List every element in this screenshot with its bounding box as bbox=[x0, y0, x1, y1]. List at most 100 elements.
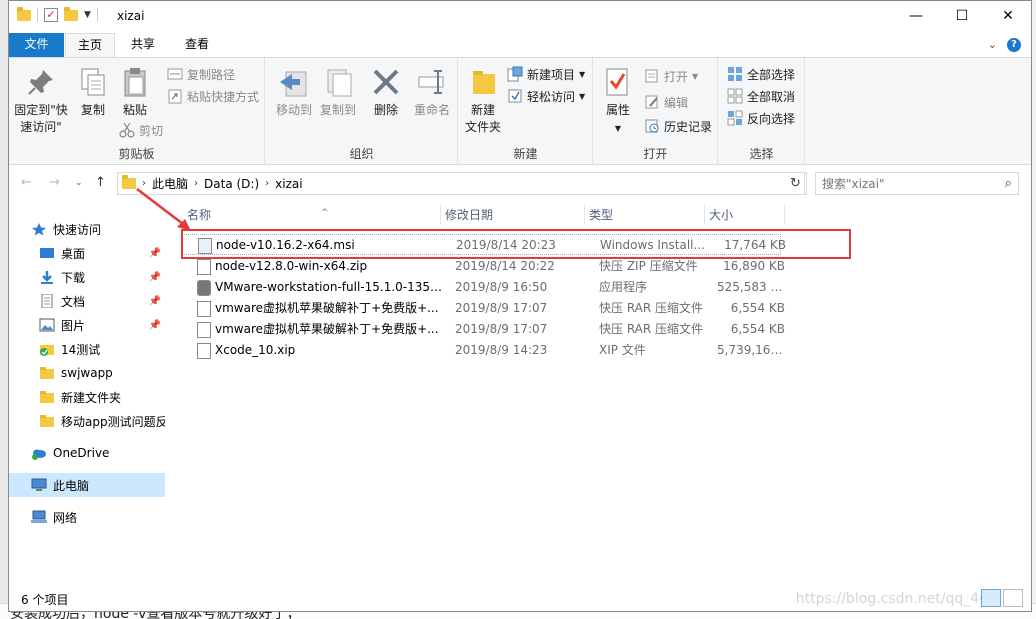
expand-ribbon-icon[interactable]: ⌄ bbox=[988, 38, 997, 52]
pin-icon[interactable]: 📌 bbox=[149, 272, 161, 283]
file-type: 快压 ZIP 压缩文件 bbox=[599, 259, 698, 273]
customize-toolbar-icon[interactable]: ▼ bbox=[84, 10, 91, 20]
minimize-button[interactable]: — bbox=[893, 1, 939, 33]
cut-button[interactable]: 剪切 bbox=[119, 120, 163, 140]
copy-to-button[interactable]: 复制到 bbox=[318, 66, 358, 119]
file-row[interactable]: vmware虚拟机苹果破解补丁+免费版+... 2019/8/9 17:07 快… bbox=[181, 298, 785, 319]
file-row[interactable]: VMware-workstation-full-15.1.0-1359... 2… bbox=[181, 277, 785, 298]
rename-icon bbox=[416, 66, 448, 98]
search-icon[interactable]: ⌕ bbox=[1005, 176, 1012, 191]
properties-button[interactable]: 属性 ▼ bbox=[598, 66, 638, 137]
nav-item-label: 14测试 bbox=[61, 342, 101, 357]
column-header-type[interactable]: 类型 bbox=[585, 205, 705, 225]
pin-quick-access-button[interactable]: 固定到"快速访问" bbox=[13, 66, 69, 136]
breadcrumb-folder[interactable]: xizai bbox=[275, 177, 302, 191]
maximize-button[interactable]: ☐ bbox=[939, 1, 985, 33]
recent-locations-icon[interactable]: ⌄ bbox=[75, 178, 83, 188]
select-all-label: 全部选择 bbox=[747, 67, 796, 82]
file-row[interactable]: vmware虚拟机苹果破解补丁+免费版+... 2019/8/9 17:07 快… bbox=[181, 319, 785, 340]
column-header-name[interactable]: 名称 ^ bbox=[183, 205, 441, 225]
move-to-button[interactable]: 移动到 bbox=[274, 66, 314, 119]
select-none-label: 全部取消 bbox=[747, 89, 796, 104]
nav-network[interactable]: 网络 bbox=[9, 505, 165, 529]
nav-this-pc-label: 此电脑 bbox=[53, 478, 90, 493]
open-button[interactable]: 打开 ▼ bbox=[644, 66, 698, 86]
title-bar: ✓ ▼ xizai — ☐ ✕ bbox=[9, 1, 1031, 33]
close-button[interactable]: ✕ bbox=[985, 1, 1031, 33]
folder-icon bbox=[39, 414, 55, 428]
tab-file[interactable]: 文件 bbox=[9, 33, 64, 57]
dropdown-arrow-icon: ▼ bbox=[579, 69, 586, 79]
folder-icon[interactable] bbox=[17, 6, 31, 21]
new-folder-icon[interactable] bbox=[64, 6, 78, 21]
breadcrumb-drive[interactable]: Data (D:) bbox=[204, 177, 259, 191]
open-label: 打开 bbox=[664, 69, 689, 84]
address-bar[interactable]: › 此电脑 › Data (D:) › xizai bbox=[117, 172, 807, 195]
select-all-icon bbox=[727, 66, 743, 82]
file-date: 2019/8/14 20:22 bbox=[455, 259, 555, 273]
new-folder-button[interactable]: 新建 文件夹 bbox=[463, 66, 503, 136]
copy-to-icon bbox=[322, 66, 354, 98]
easy-access-button[interactable]: 轻松访问 ▼ bbox=[507, 86, 585, 106]
nav-item-desktop[interactable]: 桌面 📌 bbox=[9, 241, 165, 265]
nav-item-mobile-app-issues[interactable]: 移动app测试问题反 bbox=[9, 409, 165, 433]
nav-onedrive-label: OneDrive bbox=[53, 446, 110, 460]
select-none-button[interactable]: 全部取消 bbox=[727, 86, 795, 106]
move-to-icon bbox=[278, 66, 310, 98]
new-item-button[interactable]: 新建项目 ▼ bbox=[507, 64, 585, 84]
nav-item-documents[interactable]: 文档 📌 bbox=[9, 289, 165, 313]
pin-icon bbox=[25, 66, 57, 98]
file-icon bbox=[197, 322, 211, 338]
help-icon[interactable]: ? bbox=[1007, 38, 1021, 52]
select-group: 全部选择 全部取消 反向选择 选择 bbox=[719, 58, 805, 165]
back-arrow-icon[interactable]: ← bbox=[21, 175, 32, 190]
nav-this-pc[interactable]: 此电脑 bbox=[9, 473, 165, 497]
star-icon bbox=[31, 222, 47, 236]
history-button[interactable]: 历史记录 bbox=[644, 116, 712, 136]
nav-item-swjwapp[interactable]: swjwapp bbox=[9, 361, 165, 385]
paste-button[interactable]: 粘贴 bbox=[115, 66, 155, 119]
paste-shortcut-button[interactable]: 粘贴快捷方式 bbox=[167, 86, 259, 106]
tab-view[interactable]: 查看 bbox=[175, 33, 219, 57]
pin-icon[interactable]: 📌 bbox=[149, 320, 161, 331]
search-input[interactable] bbox=[816, 173, 986, 194]
nav-quick-access-label: 快速访问 bbox=[53, 222, 102, 237]
tab-share[interactable]: 共享 bbox=[123, 33, 163, 57]
rename-button[interactable]: 重命名 bbox=[410, 66, 454, 119]
select-group-label: 选择 bbox=[749, 147, 774, 161]
up-arrow-icon[interactable]: ↑ bbox=[95, 175, 106, 190]
delete-label: 删除 bbox=[373, 103, 398, 117]
paste-shortcut-icon bbox=[167, 88, 183, 104]
column-header-date[interactable]: 修改日期 bbox=[441, 205, 585, 225]
easy-access-label: 轻松访问 bbox=[527, 89, 576, 104]
edit-button[interactable]: 编辑 bbox=[644, 92, 688, 112]
select-all-button[interactable]: 全部选择 bbox=[727, 64, 795, 84]
item-count: 6 个项目 bbox=[21, 593, 69, 607]
details-view-icon[interactable] bbox=[981, 589, 1001, 607]
invert-selection-button[interactable]: 反向选择 bbox=[727, 108, 795, 128]
file-type: XIP 文件 bbox=[599, 343, 646, 357]
copy-button[interactable]: 复制 bbox=[73, 66, 113, 119]
dropdown-arrow-icon: ▼ bbox=[614, 124, 622, 133]
delete-button[interactable]: 删除 bbox=[368, 66, 404, 119]
dropdown-arrow-icon: ▼ bbox=[579, 91, 586, 101]
nav-onedrive[interactable]: OneDrive bbox=[9, 441, 165, 465]
copy-path-button[interactable]: 复制路径 bbox=[167, 64, 235, 84]
file-row[interactable]: Xcode_10.xip 2019/8/9 14:23 XIP 文件 5,739… bbox=[181, 340, 785, 361]
file-row[interactable]: node-v12.8.0-win-x64.zip 2019/8/14 20:22… bbox=[181, 256, 785, 277]
nav-item-new-folder[interactable]: 新建文件夹 bbox=[9, 385, 165, 409]
nav-item-downloads[interactable]: 下载 📌 bbox=[9, 265, 165, 289]
large-icons-view-icon[interactable] bbox=[1003, 589, 1023, 607]
nav-item-14test[interactable]: 14测试 bbox=[9, 337, 165, 361]
properties-check-icon[interactable]: ✓ bbox=[44, 8, 58, 22]
nav-item-pictures[interactable]: 图片 📌 bbox=[9, 313, 165, 337]
column-header-size[interactable]: 大小 bbox=[705, 205, 785, 225]
tab-home[interactable]: 主页 bbox=[65, 33, 115, 57]
refresh-icon[interactable]: ↻ bbox=[787, 172, 805, 195]
pin-icon[interactable]: 📌 bbox=[149, 296, 161, 307]
pin-icon[interactable]: 📌 bbox=[149, 248, 161, 259]
file-size: 6,554 KB bbox=[730, 322, 785, 336]
scissors-icon bbox=[119, 122, 135, 138]
forward-arrow-icon[interactable]: → bbox=[49, 175, 60, 190]
folder-icon bbox=[39, 366, 55, 380]
